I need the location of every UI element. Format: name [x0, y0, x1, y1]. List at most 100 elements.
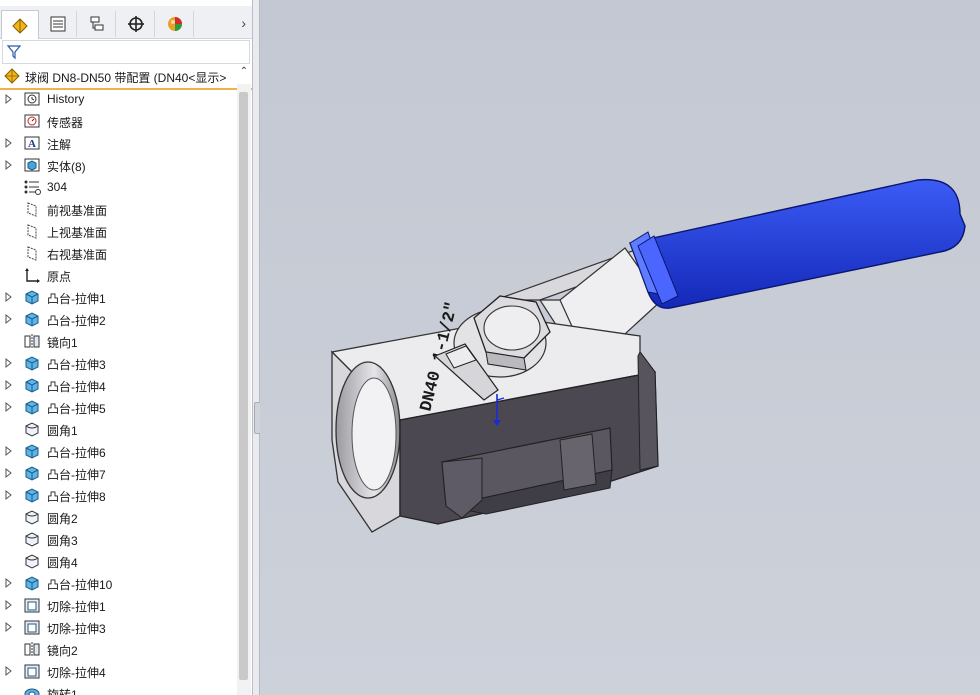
chevron-up-icon[interactable]: ⌃ [238, 66, 250, 82]
tree-node[interactable]: 圆角4 [0, 550, 238, 572]
tab-featuremanager[interactable] [1, 10, 39, 39]
tree-node-label: 凸台-拉伸1 [47, 292, 106, 306]
tree-node-label: 凸台-拉伸7 [47, 468, 106, 482]
tree-node[interactable]: History [0, 88, 238, 110]
tree-node-label: 实体(8) [47, 160, 86, 174]
plane-icon [23, 201, 41, 217]
tree-node[interactable]: 实体(8) [0, 154, 238, 176]
tree-node-label: 旋转1 [47, 688, 78, 695]
tree-node[interactable]: 凸台-拉伸4 [0, 374, 238, 396]
tree-node-label: 凸台-拉伸4 [47, 380, 106, 394]
tree-node-label: 凸台-拉伸10 [47, 578, 113, 592]
tree-node[interactable]: 镜向1 [0, 330, 238, 352]
expand-arrow-icon[interactable] [5, 599, 13, 611]
tree-node[interactable]: 传感器 [0, 110, 238, 132]
expand-arrow-icon[interactable] [5, 621, 13, 633]
expand-arrow-icon[interactable] [5, 357, 13, 369]
expand-arrow-icon[interactable] [5, 159, 13, 171]
tree-node[interactable]: 原点 [0, 264, 238, 286]
fillet-icon [23, 421, 41, 437]
mirror-icon [23, 333, 41, 349]
expand-arrow-icon[interactable] [5, 577, 13, 589]
tree-filter-bar[interactable] [2, 40, 250, 64]
graphics-viewport[interactable]: DN40 1-1/2" [260, 0, 980, 695]
tree-node-label: 镜向1 [47, 336, 78, 350]
tab-dimxpert[interactable] [118, 11, 155, 37]
tree-node[interactable]: 圆角1 [0, 418, 238, 440]
tree-node-label: 凸台-拉伸3 [47, 358, 106, 372]
history-icon [23, 91, 41, 107]
tab-propertymanager[interactable] [40, 11, 77, 37]
origin-icon [23, 267, 41, 283]
tree-node-label: 切除-拉伸3 [47, 622, 106, 636]
tree-node-label: 切除-拉伸1 [47, 600, 106, 614]
tree-node-label: 凸台-拉伸5 [47, 402, 106, 416]
tree-node-label: 切除-拉伸4 [47, 666, 106, 680]
tree-node[interactable]: 凸台-拉伸2 [0, 308, 238, 330]
tree-node[interactable]: 右视基准面 [0, 242, 238, 264]
expand-arrow-icon[interactable] [5, 291, 13, 303]
tree-node[interactable]: A 注解 [0, 132, 238, 154]
tree-node-label: History [47, 92, 85, 106]
boss-extrude-icon [23, 399, 41, 415]
expand-arrow-icon[interactable] [5, 93, 13, 105]
expand-arrow-icon[interactable] [5, 467, 13, 479]
tree-node[interactable]: 镜向2 [0, 638, 238, 660]
mirror-icon [23, 641, 41, 657]
tab-display-manager[interactable] [157, 11, 194, 37]
tree-filter-input[interactable] [25, 43, 247, 61]
tree-node-label: 原点 [47, 270, 72, 284]
feature-manager-panel: › 球阀 DN8-DN50 带配置 (DN40<显示> ⌃ History 传感器… [0, 0, 253, 695]
tree-node[interactable]: 前视基准面 [0, 198, 238, 220]
feature-tree: History 传感器 A 注解实体(8) 304 前视基准面上视基准面右视基准面原点凸台… [0, 88, 238, 695]
tree-node[interactable]: 凸台-拉伸6 [0, 440, 238, 462]
tree-node-label: 圆角3 [47, 534, 78, 548]
boss-extrude-icon [23, 487, 41, 503]
boss-extrude-icon [23, 377, 41, 393]
boss-extrude-icon [23, 355, 41, 371]
solid-bodies-icon [23, 157, 41, 173]
revolve-icon [23, 685, 41, 695]
featuremanager-icon [12, 18, 28, 34]
tree-node[interactable]: 凸台-拉伸1 [0, 286, 238, 308]
expand-arrow-icon[interactable] [5, 379, 13, 391]
panel-splitter[interactable] [253, 0, 260, 695]
tree-node-label: 注解 [47, 138, 72, 152]
expand-arrow-icon[interactable] [5, 401, 13, 413]
expand-arrow-icon[interactable] [5, 137, 13, 149]
expand-arrow-icon[interactable] [5, 665, 13, 677]
tree-node[interactable]: 切除-拉伸4 [0, 660, 238, 682]
tree-node[interactable]: 圆角2 [0, 506, 238, 528]
panel-tab-bar: › [0, 6, 252, 39]
tree-node[interactable]: 凸台-拉伸5 [0, 396, 238, 418]
tree-node[interactable]: 凸台-拉伸3 [0, 352, 238, 374]
expand-arrow-icon[interactable] [5, 489, 13, 501]
tree-node[interactable]: 切除-拉伸3 [0, 616, 238, 638]
tree-node-label: 右视基准面 [47, 248, 108, 262]
expand-arrow-icon[interactable] [5, 313, 13, 325]
tree-node[interactable]: 凸台-拉伸7 [0, 462, 238, 484]
tree-node[interactable]: 凸台-拉伸10 [0, 572, 238, 594]
tree-node[interactable]: 上视基准面 [0, 220, 238, 242]
tree-node-label: 前视基准面 [47, 204, 108, 218]
expand-arrow-icon[interactable] [5, 445, 13, 457]
part-icon [4, 68, 20, 84]
tab-scroll-right-icon[interactable]: › [241, 15, 246, 31]
tree-scrollbar-thumb[interactable] [239, 92, 248, 680]
annotation-icon: A [23, 135, 41, 151]
svg-text:A: A [28, 138, 36, 150]
tree-node-label: 凸台-拉伸6 [47, 446, 106, 460]
tree-node[interactable]: 旋转1 [0, 682, 238, 695]
boss-extrude-icon [23, 289, 41, 305]
tab-configurationmanager[interactable] [79, 11, 116, 37]
appearance-icon [168, 17, 182, 31]
part-root-node[interactable]: 球阀 DN8-DN50 带配置 (DN40<显示> [0, 64, 252, 90]
tree-node[interactable]: 切除-拉伸1 [0, 594, 238, 616]
tree-node-label: 镜向2 [47, 644, 78, 658]
tree-node[interactable]: 圆角3 [0, 528, 238, 550]
tree-node-label: 圆角1 [47, 424, 78, 438]
tree-node[interactable]: 凸台-拉伸8 [0, 484, 238, 506]
tree-node-label: 凸台-拉伸2 [47, 314, 106, 328]
tree-node[interactable]: 304 [0, 176, 238, 198]
crosshair-icon [128, 16, 144, 32]
